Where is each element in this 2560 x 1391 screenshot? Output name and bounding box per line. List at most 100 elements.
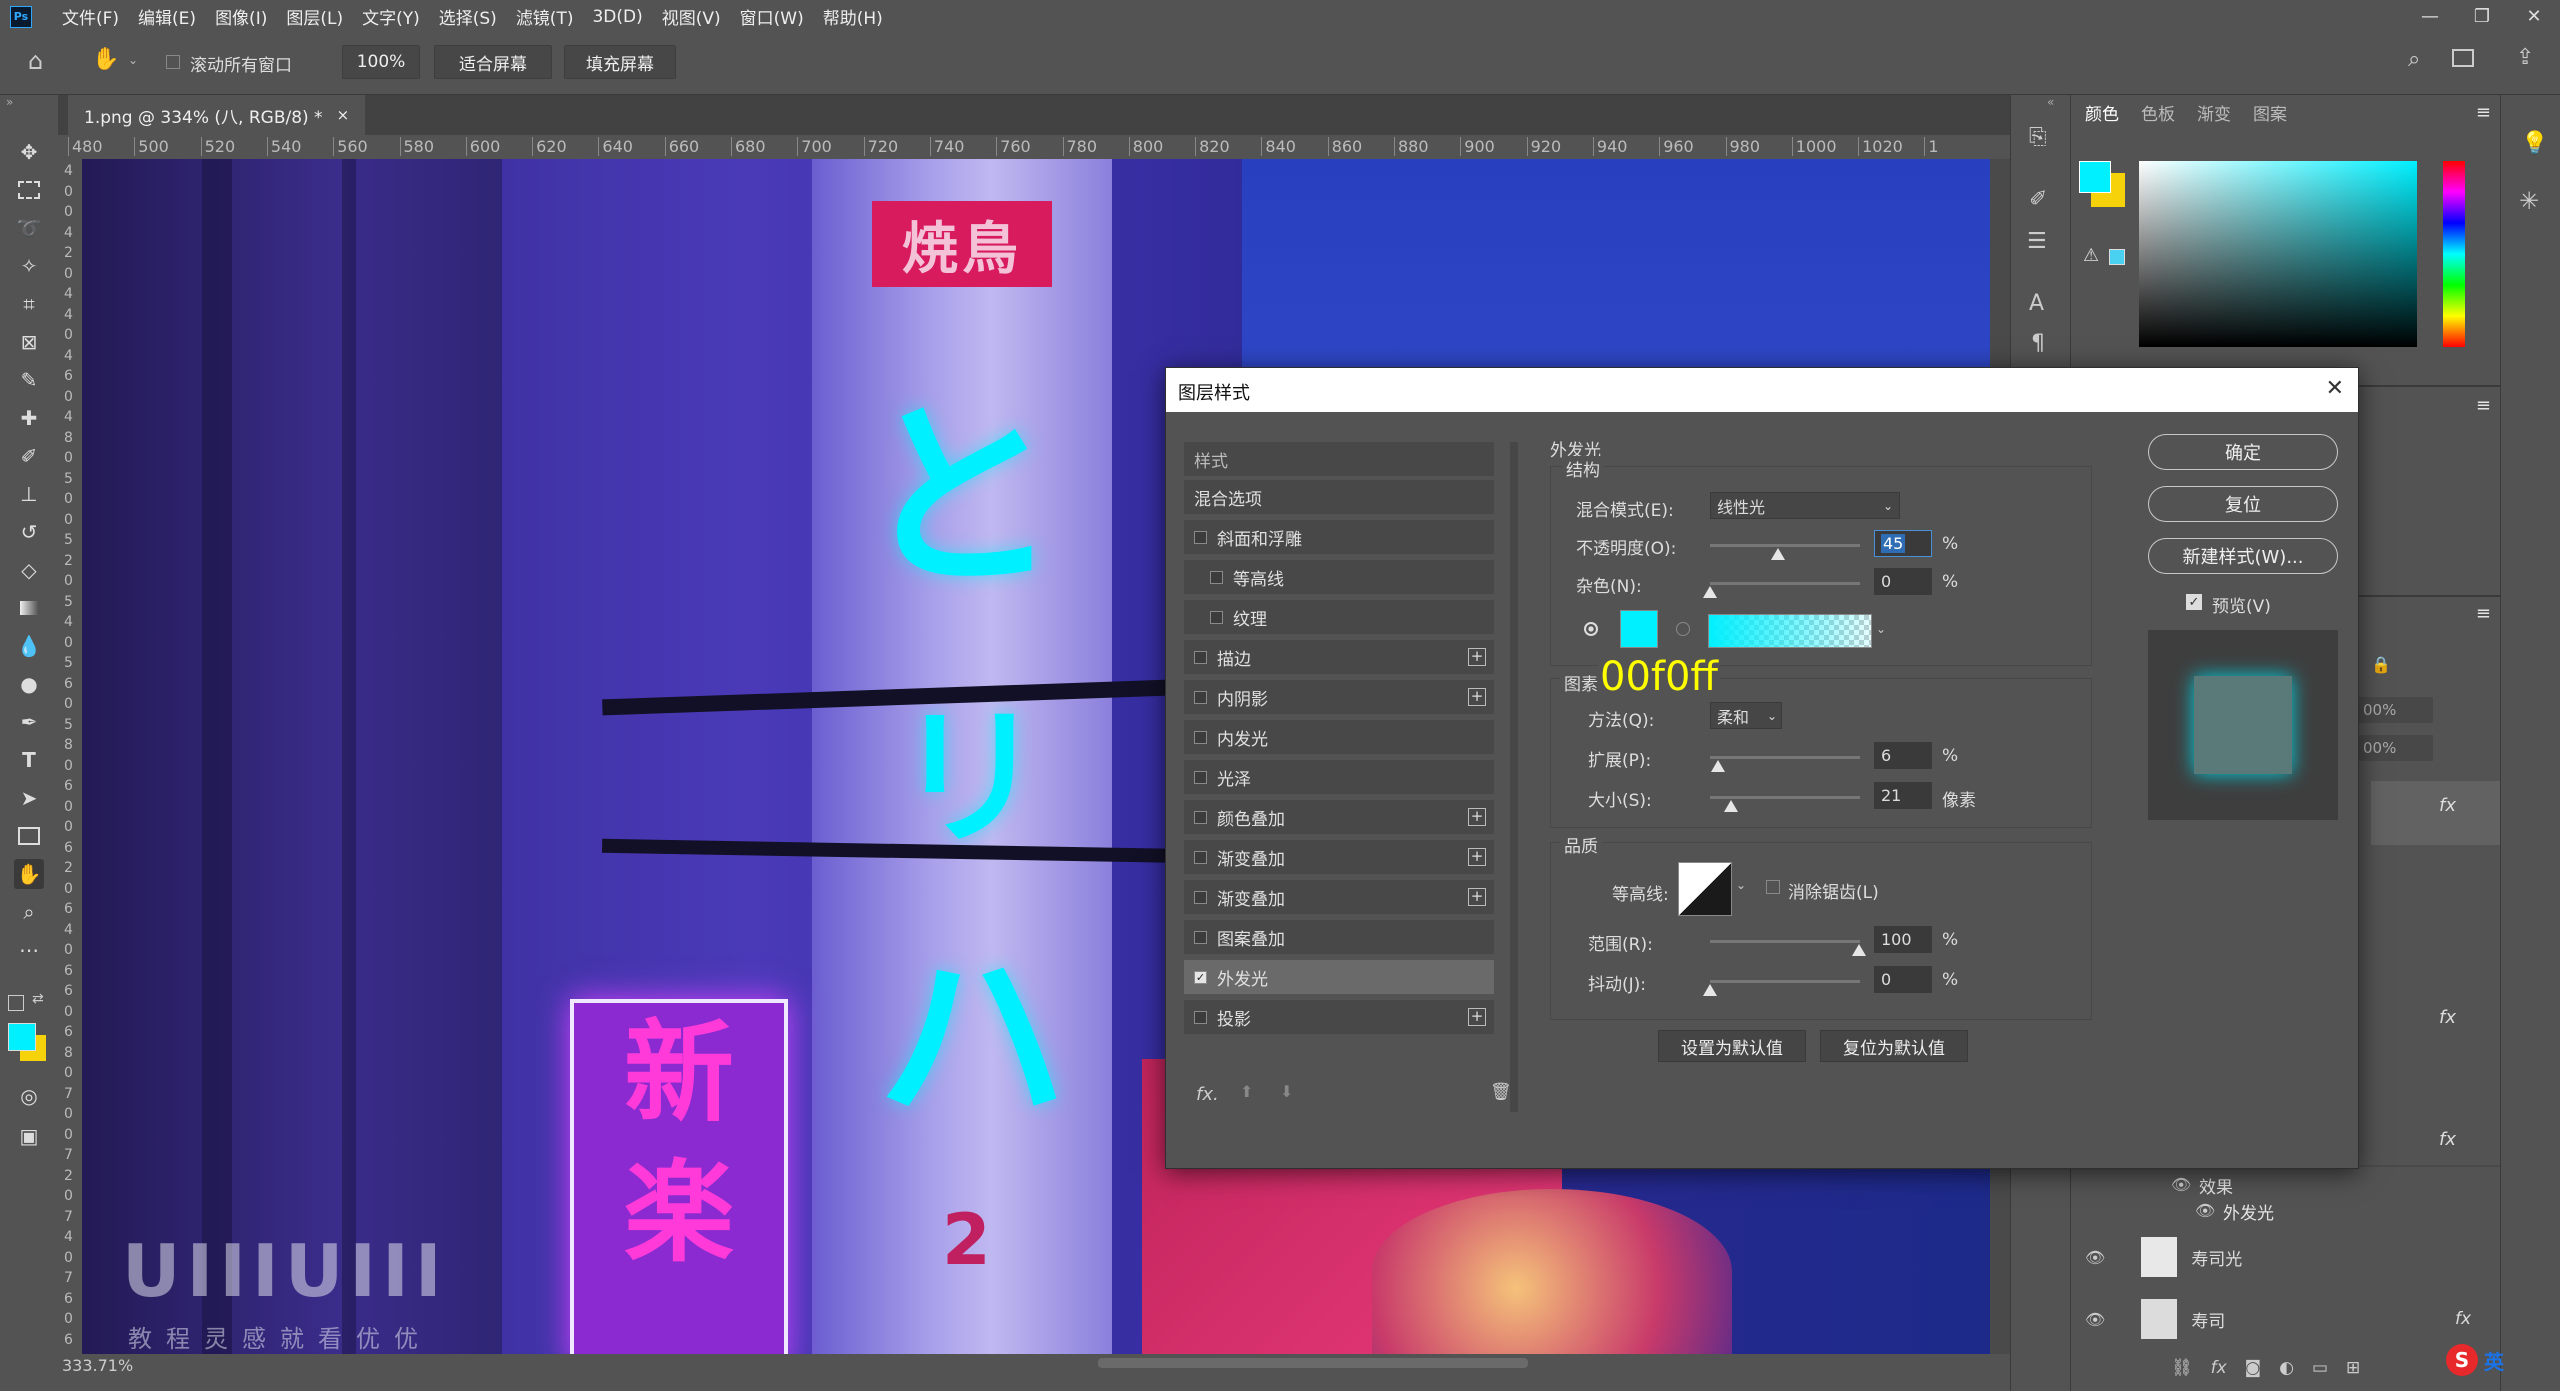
- blend-options-item[interactable]: 混合选项: [1184, 480, 1494, 516]
- brush-settings-icon[interactable]: ✐: [2029, 187, 2047, 212]
- panel-menu-icon[interactable]: ≡: [2476, 395, 2491, 416]
- adjustment-layer-icon[interactable]: ◐: [2279, 1358, 2294, 1378]
- document-tab[interactable]: 1.png @ 334% (八, RGB/8) * ×: [68, 95, 366, 135]
- pen-tool-icon[interactable]: ✒: [14, 707, 44, 737]
- screen-mode-icon[interactable]: ▣: [14, 1121, 44, 1151]
- effect-item[interactable]: 渐变叠加 +: [1184, 840, 1494, 876]
- effect-checkbox[interactable]: [1194, 650, 1207, 664]
- blur-tool-icon[interactable]: 💧: [14, 631, 44, 661]
- gradient-radio[interactable]: [1676, 622, 1690, 636]
- menu-file[interactable]: 文件(F): [62, 4, 119, 29]
- character-panel-icon[interactable]: A: [2029, 291, 2044, 316]
- close-icon[interactable]: ✕: [2326, 376, 2344, 401]
- anti-alias-checkbox[interactable]: [1766, 880, 1780, 894]
- menu-help[interactable]: 帮助(H): [823, 4, 883, 29]
- layer-fx-icon[interactable]: fx: [2439, 1007, 2456, 1028]
- size-slider-knob[interactable]: [1724, 800, 1738, 812]
- ime-indicator[interactable]: S 英: [2446, 1340, 2560, 1380]
- close-tab-icon[interactable]: ×: [337, 106, 350, 124]
- effect-checkbox[interactable]: [1210, 570, 1223, 584]
- chevron-down-icon[interactable]: ⌄: [1736, 878, 1746, 892]
- effect-checkbox[interactable]: [1194, 1010, 1207, 1024]
- spot-healing-tool-icon[interactable]: ✚: [14, 403, 44, 433]
- zoom-tool-icon[interactable]: ⌕: [14, 897, 44, 927]
- opacity-field[interactable]: 00%: [2359, 697, 2433, 723]
- menu-select[interactable]: 选择(S): [439, 4, 497, 29]
- effect-item[interactable]: ✓ 外发光: [1184, 960, 1494, 996]
- glow-color-swatch[interactable]: [1620, 610, 1658, 648]
- tab-color[interactable]: 颜色: [2085, 100, 2119, 125]
- new-layer-icon[interactable]: ⊞: [2346, 1358, 2360, 1378]
- menu-3d[interactable]: 3D(D): [592, 7, 642, 27]
- effect-checkbox[interactable]: [1210, 610, 1223, 624]
- share-icon[interactable]: ⇪: [2516, 45, 2534, 70]
- reset-button[interactable]: 复位: [2148, 486, 2338, 522]
- visibility-icon[interactable]: 👁: [2171, 1175, 2191, 1194]
- range-slider[interactable]: [1710, 940, 1860, 943]
- add-effect-instance-icon[interactable]: +: [1468, 848, 1486, 866]
- type-tool-icon[interactable]: T: [14, 745, 44, 775]
- foreground-color-swatch[interactable]: [8, 1023, 36, 1051]
- glow-gradient-swatch[interactable]: [1708, 614, 1872, 648]
- path-selection-tool-icon[interactable]: ➤: [14, 783, 44, 813]
- learn-icon[interactable]: 💡: [2521, 131, 2548, 156]
- move-up-icon[interactable]: ⬆: [1240, 1082, 1253, 1101]
- set-default-button[interactable]: 设置为默认值: [1658, 1030, 1806, 1062]
- add-effect-instance-icon[interactable]: +: [1468, 688, 1486, 706]
- panel-menu-icon[interactable]: ≡: [2476, 102, 2491, 123]
- menu-window[interactable]: 窗口(W): [740, 4, 804, 29]
- chevron-down-icon[interactable]: ⌄: [128, 53, 138, 67]
- rectangle-tool-icon[interactable]: [14, 821, 44, 851]
- magic-wand-tool-icon[interactable]: ✧: [14, 251, 44, 281]
- reset-default-button[interactable]: 复位为默认值: [1820, 1030, 1968, 1062]
- opacity-slider[interactable]: [1710, 544, 1860, 547]
- paragraph-panel-icon[interactable]: ¶: [2031, 331, 2045, 356]
- preview-checkbox[interactable]: ✓: [2186, 594, 2202, 610]
- jitter-slider[interactable]: [1710, 980, 1860, 983]
- workspace-icon[interactable]: [2452, 49, 2474, 67]
- adjustments-icon[interactable]: ☰: [2027, 229, 2047, 254]
- effect-checkbox[interactable]: [1194, 770, 1207, 784]
- collapse-icon[interactable]: «: [2047, 95, 2054, 109]
- tab-patterns[interactable]: 图案: [2253, 100, 2287, 125]
- hue-slider[interactable]: [2443, 161, 2465, 347]
- effect-checkbox[interactable]: ✓: [1194, 970, 1207, 984]
- move-tool-icon[interactable]: ✥: [14, 137, 44, 167]
- list-scrollbar[interactable]: [1510, 442, 1518, 1112]
- history-panel-icon[interactable]: ⎘: [2029, 125, 2047, 150]
- layer-row[interactable]: 👁 寿司 fx: [2071, 1289, 2501, 1349]
- hand-tool-icon[interactable]: ✋: [14, 859, 44, 889]
- size-input[interactable]: 21: [1874, 782, 1932, 809]
- fill-field[interactable]: 00%: [2359, 735, 2433, 761]
- add-effect-instance-icon[interactable]: +: [1468, 888, 1486, 906]
- new-style-button[interactable]: 新建样式(W)...: [2148, 538, 2338, 574]
- effect-checkbox[interactable]: [1194, 810, 1207, 824]
- effect-item[interactable]: 图案叠加: [1184, 920, 1494, 956]
- effect-item[interactable]: 投影 +: [1184, 1000, 1494, 1036]
- libraries-icon[interactable]: ✳: [2519, 187, 2539, 215]
- layer-fx-icon[interactable]: fx: [2455, 1309, 2471, 1329]
- gamut-swatch[interactable]: [2109, 249, 2125, 265]
- add-effect-icon[interactable]: fx.: [1196, 1084, 1219, 1105]
- eraser-tool-icon[interactable]: ◇: [14, 555, 44, 585]
- gamut-warning-icon[interactable]: ⚠: [2083, 245, 2099, 266]
- size-slider[interactable]: [1710, 796, 1860, 799]
- effect-item[interactable]: 颜色叠加 +: [1184, 800, 1494, 836]
- effect-item[interactable]: 渐变叠加 +: [1184, 880, 1494, 916]
- swap-colors-icon[interactable]: ⇄: [32, 991, 44, 1007]
- tab-swatches[interactable]: 色板: [2141, 100, 2175, 125]
- scroll-all-checkbox[interactable]: [166, 55, 180, 69]
- brush-tool-icon[interactable]: ✐: [14, 441, 44, 471]
- effect-item[interactable]: 光泽: [1184, 760, 1494, 796]
- panel-fg-swatch[interactable]: [2079, 161, 2111, 193]
- close-window-icon[interactable]: ✕: [2508, 0, 2560, 33]
- lock-icon[interactable]: 🔒: [2371, 655, 2391, 674]
- trash-icon[interactable]: 🗑: [1490, 1082, 1512, 1102]
- history-brush-tool-icon[interactable]: ↺: [14, 517, 44, 547]
- menu-edit[interactable]: 编辑(E): [138, 4, 196, 29]
- chevron-down-icon[interactable]: ⌄: [1876, 622, 1886, 636]
- jitter-slider-knob[interactable]: [1703, 984, 1717, 996]
- hand-tool-preset-icon[interactable]: ✋: [92, 47, 119, 72]
- add-effect-instance-icon[interactable]: +: [1468, 648, 1486, 666]
- more-tools-icon[interactable]: ⋯: [14, 935, 44, 965]
